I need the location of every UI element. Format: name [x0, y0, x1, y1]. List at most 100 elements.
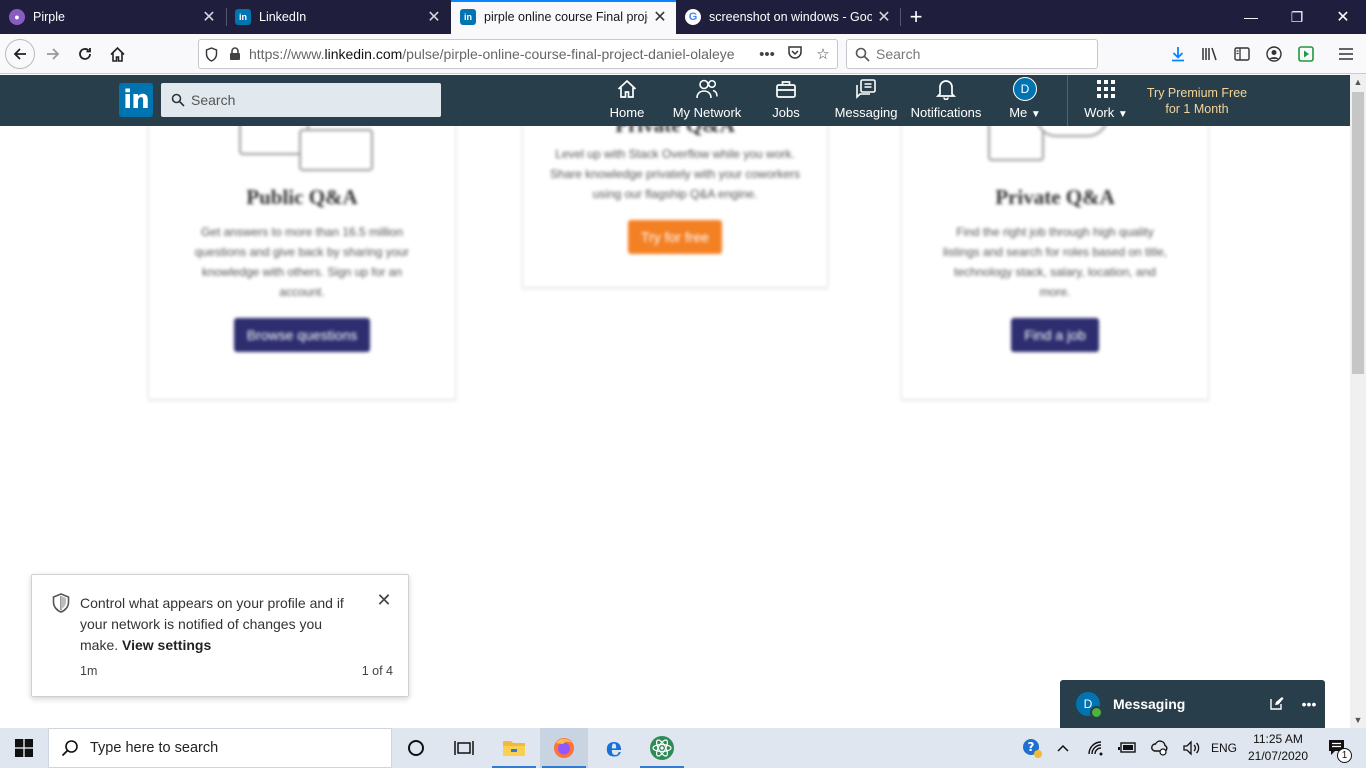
shield-icon [52, 593, 70, 616]
grid-icon [1096, 77, 1116, 101]
onedrive-sync-icon[interactable] [1146, 728, 1174, 768]
nav-label: Me [1009, 105, 1028, 120]
forward-button[interactable] [38, 39, 68, 69]
view-settings-link[interactable]: View settings [122, 637, 211, 653]
briefcase-icon [775, 77, 797, 101]
nav-my-network[interactable]: My Network [668, 75, 746, 126]
search-icon [171, 93, 185, 107]
tracking-protection-icon[interactable] [199, 46, 223, 62]
atom-icon [650, 736, 674, 760]
try-for-free-button[interactable]: Try for free [628, 220, 722, 254]
nav-home[interactable]: Home [598, 75, 656, 126]
search-placeholder: Type here to search [90, 740, 219, 756]
tab-title: Pirple [33, 10, 65, 24]
page-actions-icon[interactable]: ••• [753, 46, 781, 63]
card-title: Private Q&A [995, 185, 1115, 209]
avatar: D [1076, 692, 1103, 719]
card-title: Private Q&A [523, 126, 827, 138]
cortana-circle-icon [408, 740, 424, 756]
downloads-icon[interactable] [1168, 44, 1188, 64]
action-center-button[interactable]: 1 [1318, 728, 1358, 768]
tab-pirple-final-project[interactable]: in pirple online course Final proje ✕ [451, 0, 676, 34]
cortana-button[interactable] [392, 728, 440, 768]
close-tab-icon[interactable]: ✕ [426, 9, 442, 26]
scroll-up-icon[interactable]: ▲ [1350, 74, 1366, 90]
windows-logo-icon [15, 739, 33, 757]
firefox-button[interactable] [540, 728, 588, 768]
restore-button[interactable]: ❐ [1274, 0, 1320, 34]
help-icon[interactable]: ? [1018, 728, 1046, 768]
nav-jobs[interactable]: Jobs [760, 75, 812, 126]
scroll-down-icon[interactable]: ▼ [1350, 712, 1366, 728]
tab-title: pirple online course Final proje [484, 10, 648, 24]
caret-down-icon: ▼ [1030, 109, 1041, 120]
messaging-overlay[interactable]: D Messaging ••• [1060, 680, 1325, 728]
nav-messaging[interactable]: Messaging [834, 75, 898, 126]
url-bar[interactable]: https://www.linkedin.com/pulse/pirple-on… [198, 39, 838, 69]
browser-nav-bar: https://www.linkedin.com/pulse/pirple-on… [0, 34, 1366, 74]
tab-pirple[interactable]: ● Pirple ✕ [0, 0, 225, 34]
lock-icon[interactable] [223, 47, 247, 61]
find-a-job-button[interactable]: Find a job [1011, 318, 1099, 352]
volume-icon[interactable] [1178, 728, 1206, 768]
chevron-up-icon[interactable] [1050, 728, 1076, 768]
search-placeholder: Search [876, 46, 921, 62]
reload-button[interactable] [70, 39, 100, 69]
close-tab-icon[interactable]: ✕ [876, 9, 892, 26]
nav-work[interactable]: Work ▼ [1080, 75, 1132, 126]
bookmark-star-icon[interactable]: ☆ [809, 45, 837, 63]
avatar: D [1013, 77, 1037, 101]
pocket-icon[interactable] [781, 45, 809, 64]
taskbar-search-input[interactable]: Type here to search [48, 728, 392, 768]
nav-me[interactable]: D Me ▼ [1000, 75, 1050, 126]
page-scrollbar[interactable]: ▲ ▼ [1350, 74, 1366, 728]
speech-bubble-illustration [988, 126, 1044, 161]
extension-icon[interactable] [1296, 44, 1316, 64]
sidebar-icon[interactable] [1232, 44, 1252, 64]
edge-icon: e [605, 733, 623, 763]
language-indicator[interactable]: ENG [1208, 728, 1240, 768]
header-divider [1067, 75, 1068, 126]
close-window-button[interactable]: ✕ [1320, 0, 1366, 34]
new-tab-button[interactable]: + [903, 4, 929, 30]
minimize-button[interactable]: — [1228, 0, 1274, 34]
nav-label: Notifications [910, 105, 982, 120]
more-options-icon[interactable]: ••• [1293, 696, 1325, 712]
system-clock[interactable]: 11:25 AM 21/07/2020 [1245, 731, 1311, 765]
browser-search-bar[interactable]: Search [846, 39, 1098, 69]
search-placeholder: Search [191, 92, 236, 108]
tab-linkedin[interactable]: in LinkedIn ✕ [226, 0, 450, 34]
linkedin-logo[interactable]: in [119, 83, 153, 117]
back-button[interactable] [5, 39, 35, 69]
close-tab-icon[interactable]: ✕ [201, 9, 217, 26]
search-icon [855, 47, 870, 62]
compose-icon[interactable] [1261, 696, 1293, 713]
close-icon[interactable]: ✕ [375, 590, 393, 610]
toast-message: Control what appears on your profile and… [80, 593, 360, 656]
task-view-icon [454, 741, 474, 755]
account-icon[interactable] [1264, 44, 1284, 64]
scrollbar-thumb[interactable] [1352, 92, 1364, 374]
task-view-button[interactable] [440, 728, 488, 768]
edge-button[interactable]: e [590, 728, 638, 768]
library-icon[interactable] [1200, 44, 1220, 64]
battery-icon[interactable] [1114, 728, 1142, 768]
tab-google-search[interactable]: G screenshot on windows - Goog ✕ [676, 0, 900, 34]
url-text[interactable]: https://www.linkedin.com/pulse/pirple-on… [247, 46, 753, 62]
home-icon [616, 77, 638, 101]
menu-hamburger-icon[interactable] [1336, 44, 1356, 64]
svg-text:?: ? [1028, 740, 1035, 754]
tab-title: LinkedIn [259, 10, 307, 24]
browse-questions-button[interactable]: Browse questions [233, 318, 371, 352]
wifi-icon[interactable] [1082, 728, 1110, 768]
start-button[interactable] [0, 728, 48, 768]
nav-notifications[interactable]: Notifications [908, 75, 984, 126]
home-button[interactable] [102, 39, 132, 69]
pirple-favicon-icon: ● [9, 9, 25, 25]
folder-icon [503, 741, 525, 756]
atom-button[interactable] [638, 728, 686, 768]
close-tab-icon[interactable]: ✕ [652, 9, 668, 26]
try-premium-link[interactable]: Try Premium Free for 1 Month [1141, 85, 1253, 117]
file-explorer-button[interactable] [490, 728, 538, 768]
linkedin-search-input[interactable]: Search [161, 83, 441, 117]
